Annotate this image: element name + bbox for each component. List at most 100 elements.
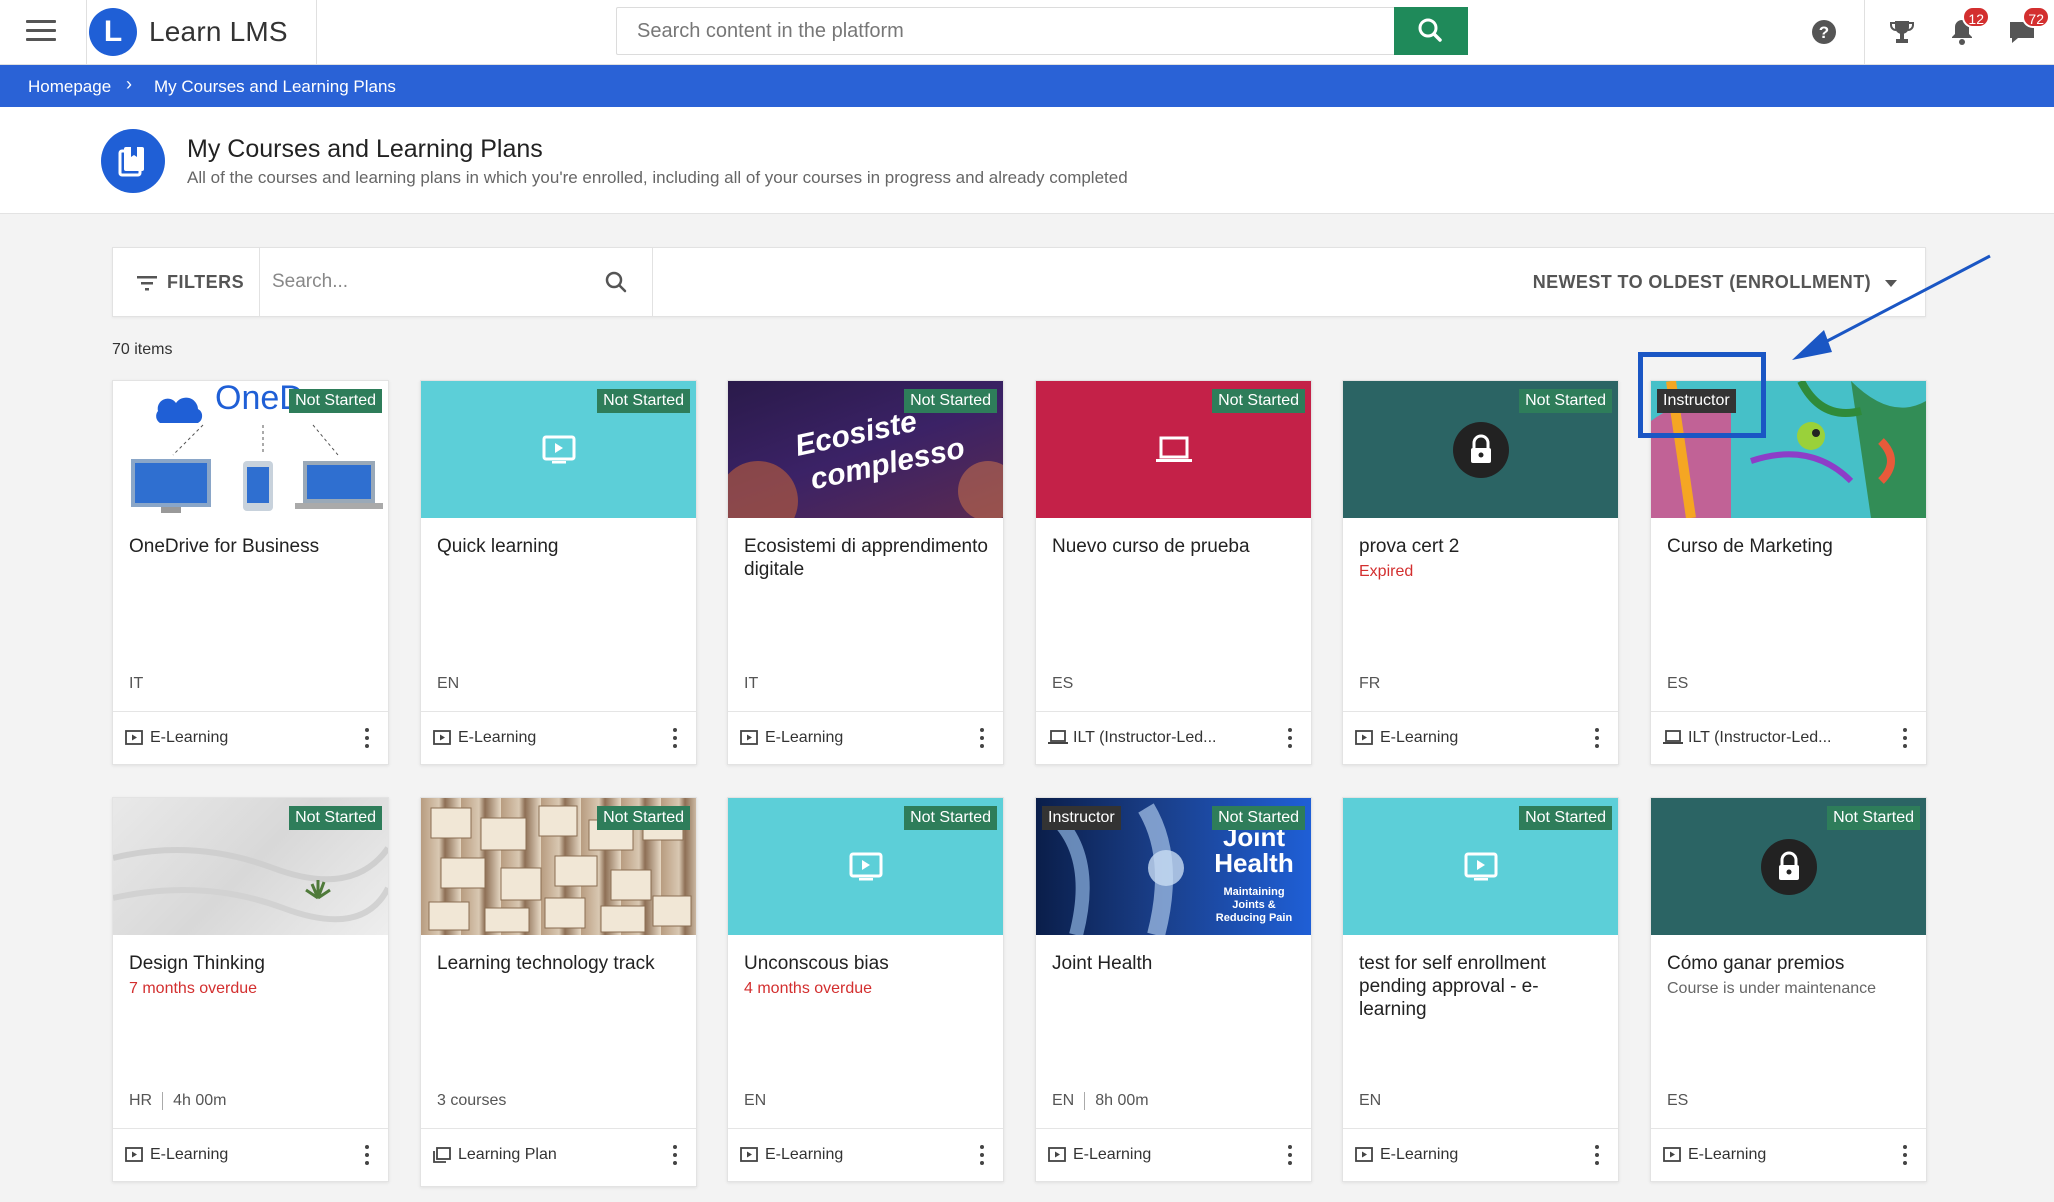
more-options-icon[interactable] (364, 728, 370, 750)
course-type: E-Learning (1380, 729, 1459, 746)
logo[interactable]: L Learn LMS (86, 0, 317, 64)
more-options-icon[interactable] (672, 1145, 678, 1167)
thumbnail-text: Joints & (1232, 899, 1275, 911)
more-options-icon[interactable] (1287, 1145, 1293, 1167)
chevron-right-icon: › (126, 74, 132, 94)
caret-down-icon (1885, 279, 1897, 287)
course-card[interactable]: Not Started Cómo ganar premios Course is… (1650, 797, 1927, 1182)
course-card[interactable]: Instructor Curso de Marketing ES ILT (In… (1650, 380, 1927, 765)
play-icon (740, 730, 758, 745)
course-language: IT (744, 675, 759, 692)
play-icon (1663, 1147, 1681, 1162)
sort-dropdown[interactable]: NEWEST TO OLDEST (ENROLLMENT) (1533, 272, 1897, 293)
laptop-icon (1048, 730, 1068, 744)
course-card[interactable]: OneD Not Started OneDrive for Business I… (112, 380, 389, 765)
course-card[interactable]: Not Started test for self enrollment pen… (1342, 797, 1619, 1182)
more-options-icon[interactable] (1287, 728, 1293, 750)
course-card[interactable]: Ecosiste complesso Not Started Ecosistem… (727, 380, 1004, 765)
course-thumbnail: OneD Not Started (113, 381, 388, 518)
status-badge: Not Started (597, 806, 690, 830)
breadcrumb-home-link[interactable]: Homepage (28, 77, 111, 97)
status-badge: Not Started (904, 806, 997, 830)
course-duration: 8h 00m (1095, 1092, 1149, 1110)
more-options-icon[interactable] (364, 1145, 370, 1167)
help-icon[interactable]: ? (1808, 16, 1840, 48)
more-options-icon[interactable] (1902, 728, 1908, 750)
logo-mark: L (89, 8, 137, 56)
lock-icon (1760, 838, 1817, 895)
card-footer: ILT (Instructor-Led... (1036, 711, 1311, 764)
more-options-icon[interactable] (1594, 728, 1600, 750)
divider (1864, 0, 1865, 64)
course-card[interactable]: Not Started Unconscous bias 4 months ove… (727, 797, 1004, 1182)
trophy-icon[interactable] (1886, 16, 1918, 48)
global-search-button[interactable] (1394, 7, 1468, 55)
course-card[interactable]: Not Started Nuevo curso de prueba ES ILT… (1035, 380, 1312, 765)
page-title: My Courses and Learning Plans (187, 135, 543, 163)
status-badge: Not Started (1519, 389, 1612, 413)
play-icon (542, 435, 575, 463)
status-badge: Not Started (904, 389, 997, 413)
course-card[interactable]: Not Started Quick learning EN E-Learning (420, 380, 697, 765)
filters-label: FILTERS (167, 272, 245, 292)
course-language: ES (1667, 675, 1689, 692)
search-icon[interactable] (604, 270, 628, 294)
course-title: Ecosistemi di apprendimento digitale (744, 536, 988, 580)
more-options-icon[interactable] (979, 1145, 985, 1167)
status-badge: Not Started (1212, 389, 1305, 413)
play-icon (1048, 1147, 1066, 1162)
status-badge: Not Started (597, 389, 690, 413)
more-options-icon[interactable] (672, 728, 678, 750)
more-options-icon[interactable] (979, 728, 985, 750)
laptop-icon (1155, 436, 1192, 462)
instructor-badge: Instructor (1042, 806, 1121, 830)
global-search-input[interactable] (617, 8, 1395, 54)
course-title: Joint Health (1052, 953, 1153, 974)
course-card[interactable]: Not Started Design Thinking 7 months ove… (112, 797, 389, 1182)
svg-text:?: ? (1819, 23, 1829, 42)
messages-icon[interactable]: 72 (2006, 6, 2050, 48)
play-icon (125, 730, 143, 745)
catalog-search-input[interactable] (260, 248, 590, 316)
course-title: prova cert 2 (1359, 536, 1460, 557)
course-thumbnail: Ecosiste complesso Not Started (728, 381, 1003, 518)
plan-courses-count: 3 courses (437, 1092, 507, 1109)
learning-plan-card[interactable]: Not Started Learning technology track 3 … (420, 797, 697, 1187)
filters-button[interactable]: FILTERS (113, 248, 260, 316)
sort-label: NEWEST TO OLDEST (ENROLLMENT) (1532, 272, 1871, 292)
status-badge: Not Started (289, 389, 382, 413)
status-badge: Not Started (1212, 806, 1305, 830)
card-footer: Learning Plan (421, 1128, 696, 1181)
page-subtitle: All of the courses and learning plans in… (187, 168, 1128, 187)
lock-icon (1452, 421, 1509, 478)
course-type: E-Learning (150, 1146, 229, 1163)
play-icon (1355, 1147, 1373, 1162)
course-language: ES (1052, 675, 1074, 692)
course-card[interactable]: Not Started prova cert 2 Expired FR E-Le… (1342, 380, 1619, 765)
menu-icon[interactable] (26, 20, 56, 44)
course-meta: HR 4h 00m (129, 1092, 226, 1110)
more-options-icon[interactable] (1902, 1145, 1908, 1167)
more-options-icon[interactable] (1594, 1145, 1600, 1167)
play-icon (125, 1147, 143, 1162)
course-type: ILT (Instructor-Led... (1073, 729, 1217, 746)
course-title: Unconscous bias (744, 953, 889, 974)
course-language: EN (1052, 1092, 1075, 1110)
thumbnail-text: Health (1214, 848, 1293, 878)
course-thumbnail: Not Started (421, 798, 696, 935)
thumbnail-text: Maintaining (1223, 886, 1284, 898)
notifications-count-badge: 12 (1962, 6, 1990, 28)
course-card[interactable]: Joint Health Maintaining Joints & Reduci… (1035, 797, 1312, 1182)
course-type: ILT (Instructor-Led... (1688, 729, 1832, 746)
card-footer: E-Learning (728, 711, 1003, 764)
overdue-label: 7 months overdue (129, 980, 258, 997)
notifications-bell-icon[interactable]: 12 (1946, 6, 1990, 48)
course-title: Curso de Marketing (1667, 536, 1833, 557)
course-title: test for self enrollment pending approva… (1359, 953, 1546, 1020)
card-footer: E-Learning (1036, 1128, 1311, 1181)
course-thumbnail: Not Started (113, 798, 388, 935)
breadcrumb: Homepage › My Courses and Learning Plans (0, 65, 2054, 107)
laptop-icon (1663, 730, 1683, 744)
card-footer: E-Learning (1343, 711, 1618, 764)
course-thumbnail: Not Started (421, 381, 696, 518)
